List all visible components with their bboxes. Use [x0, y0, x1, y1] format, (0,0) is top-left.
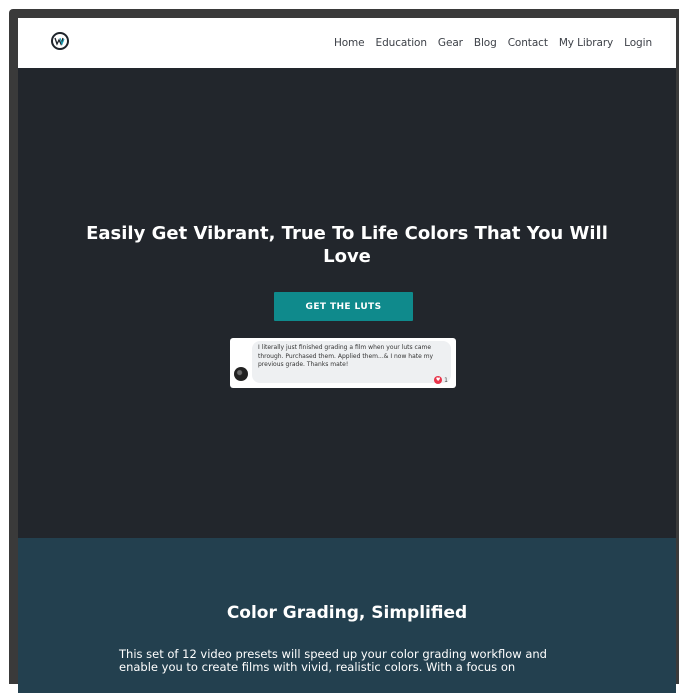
nav-link-gear[interactable]: Gear	[438, 37, 463, 49]
get-the-luts-button[interactable]: GET THE LUTS	[274, 292, 413, 321]
testimonial-bubble: I literally just finished grading a film…	[252, 341, 451, 383]
nav-link-education[interactable]: Education	[376, 37, 427, 49]
feature-title: Color Grading, Simplified	[226, 603, 468, 623]
page: Home Education Gear Blog Contact My Libr…	[18, 18, 676, 693]
nav-link-home[interactable]: Home	[334, 37, 365, 49]
logo-glyph	[54, 37, 65, 46]
testimonial-text: I literally just finished grading a film…	[258, 344, 434, 368]
feature-section: Color Grading, Simplified This set of 12…	[18, 538, 676, 693]
nav-link-blog[interactable]: Blog	[474, 37, 497, 49]
navbar: Home Education Gear Blog Contact My Libr…	[18, 18, 676, 68]
testimonial-card: I literally just finished grading a film…	[230, 338, 456, 388]
hero-title: Easily Get Vibrant, True To Life Colors …	[18, 222, 676, 268]
reaction: ♥ 1	[434, 376, 448, 384]
reaction-count: 1	[444, 376, 448, 384]
avatar	[234, 367, 248, 381]
nav-link-my-library[interactable]: My Library	[559, 37, 613, 49]
feature-description: This set of 12 video presets will speed …	[119, 647, 547, 674]
wm-logo-icon[interactable]	[51, 32, 69, 50]
hero-title-line-2: Love	[323, 246, 371, 267]
hero-section: Easily Get Vibrant, True To Life Colors …	[18, 68, 676, 538]
nav-links: Home Education Gear Blog Contact My Libr…	[334, 18, 652, 68]
nav-link-login[interactable]: Login	[624, 37, 652, 49]
nav-link-contact[interactable]: Contact	[508, 37, 548, 49]
heart-icon: ♥	[434, 376, 443, 384]
hero-title-line-1: Easily Get Vibrant, True To Life Colors …	[86, 223, 608, 244]
